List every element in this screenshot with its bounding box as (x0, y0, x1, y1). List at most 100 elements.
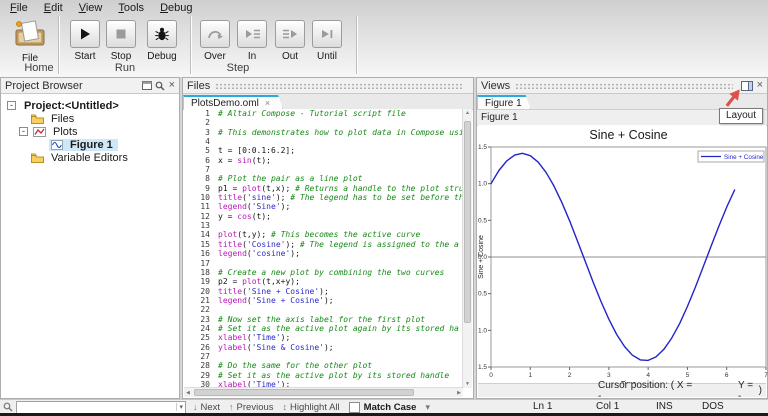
editor-horizontal-scrollbar[interactable]: ◀ ▶ (184, 387, 463, 397)
folder-icon (31, 153, 44, 163)
close-icon[interactable]: × (757, 81, 763, 90)
scroll-thumb[interactable] (194, 389, 414, 396)
views-panel: Views × Figure 1 Figure 1 01234567-1.5-1… (476, 77, 768, 399)
tab-plotsdemo[interactable]: PlotsDemo.oml × (183, 95, 283, 109)
line-number: 9 (184, 184, 218, 193)
code-line: 29# Set it as the active plot by its sto… (184, 371, 463, 380)
highlight-all-label: Highlight All (290, 402, 340, 413)
app-window: File Edit View Tools Debug File Home (0, 0, 768, 416)
code-token: plot (242, 277, 261, 286)
code-editor[interactable]: 1# Altair Compose - Tutorial script file… (184, 109, 463, 388)
code-token: ); (276, 193, 290, 202)
menu-view[interactable]: View (71, 1, 111, 15)
highlight-all-button[interactable]: ↕ Highlight All (283, 402, 340, 413)
editor-vertical-scrollbar[interactable]: ▲ ▼ (462, 109, 472, 388)
group-separator (356, 16, 357, 74)
scroll-right-icon[interactable]: ▶ (457, 390, 461, 396)
scroll-thumb[interactable] (464, 121, 471, 323)
step-over-icon (200, 20, 230, 48)
line-number: 6 (184, 156, 218, 165)
cursor-position-bar: Cursor position: ( X = - Y = - ) (478, 383, 766, 397)
float-window-icon[interactable] (142, 81, 152, 90)
code-token: # Do the same for the other plot (218, 361, 372, 370)
views-panel-title: Views (481, 80, 510, 92)
scroll-up-icon[interactable]: ▲ (465, 110, 470, 116)
collapse-icon[interactable]: - (7, 101, 16, 110)
code-line: 12y = cos(t); (184, 212, 463, 221)
tree-item-label: Project:<Untitled> (21, 100, 122, 112)
search-dropdown-icon[interactable]: ▾ (176, 403, 185, 411)
tree-item-figure1[interactable]: Figure 1 (1, 138, 179, 151)
code-token: ); (324, 343, 334, 352)
svg-text:6: 6 (725, 372, 729, 379)
line-number: 23 (184, 315, 218, 324)
search-icon[interactable] (155, 81, 165, 91)
next-button[interactable]: ↓ Next (193, 402, 220, 413)
scroll-left-icon[interactable]: ◀ (186, 390, 190, 396)
code-line: 2 (184, 118, 463, 127)
code-token: 'Sine & Cosine' (252, 343, 324, 352)
menu-tools[interactable]: Tools (110, 1, 152, 15)
close-icon[interactable]: × (169, 81, 175, 90)
code-token: p2 = (218, 277, 242, 286)
code-token: (t,x); (261, 184, 295, 193)
tree-item-variable-editors[interactable]: Variable Editors (1, 151, 179, 164)
code-token: # This demonstrates how to plot data in … (218, 128, 463, 137)
code-line: 1# Altair Compose - Tutorial script file (184, 109, 463, 118)
tree-item-label: Variable Editors (48, 152, 131, 164)
arrow-up-icon: ↑ (229, 402, 234, 412)
line-number: 19 (184, 277, 218, 286)
code-token: # The legend has to be set before the (290, 193, 463, 202)
code-token: ); (319, 287, 329, 296)
match-case-option[interactable]: Match Case (349, 402, 417, 413)
svg-text:-1.5: -1.5 (478, 364, 487, 371)
code-token: xlabel (218, 333, 247, 342)
search-input[interactable] (17, 403, 176, 412)
stop-button[interactable]: Stop (99, 20, 143, 62)
file-button[interactable]: File (8, 18, 52, 64)
arrow-down-icon: ↓ (193, 402, 198, 412)
tree-item-project[interactable]: - Project:<Untitled> (1, 99, 179, 112)
menu-debug[interactable]: Debug (152, 1, 200, 15)
code-token: title (218, 240, 242, 249)
code-line: 26ylabel('Sine & Cosine'); (184, 343, 463, 352)
code-token: ); (290, 249, 300, 258)
code-line: 14plot(t,y); # This becomes the active c… (184, 230, 463, 239)
figure-plot[interactable]: 01234567-1.5-1.0-0.50.00.51.01.5Sine + C… (478, 125, 768, 387)
line-number: 27 (184, 352, 218, 361)
search-input-box[interactable]: ▾ (16, 401, 186, 414)
figure-window-title: Figure 1 (481, 112, 518, 123)
code-token: sin (237, 156, 251, 165)
drag-grip[interactable] (515, 82, 732, 89)
figure-plot-area[interactable]: 01234567-1.5-1.0-0.50.00.51.01.5Sine + C… (478, 125, 766, 387)
menu-edit[interactable]: Edit (36, 1, 71, 15)
collapse-icon[interactable]: - (19, 127, 28, 136)
stop-icon (106, 20, 136, 48)
step-until-button[interactable]: Until (305, 20, 349, 62)
line-number: 21 (184, 296, 218, 305)
code-token: plot (218, 230, 237, 239)
tree-item-plots[interactable]: - Plots (1, 125, 179, 138)
tree-item-files[interactable]: Files (1, 112, 179, 125)
svg-text:1.0: 1.0 (478, 181, 487, 188)
code-line: 20title('Sine + Cosine'); (184, 287, 463, 296)
code-token: legend (218, 202, 247, 211)
tab-figure1[interactable]: Figure 1 (477, 95, 531, 109)
drag-grip[interactable] (215, 82, 464, 89)
annotation-arrow (722, 86, 744, 115)
scroll-down-icon[interactable]: ▼ (465, 381, 470, 387)
code-token: y = (218, 212, 237, 221)
debug-button[interactable]: Debug (140, 20, 184, 62)
tree-item-label: Files (48, 113, 77, 125)
code-token: 'Time' (252, 333, 281, 342)
menu-file[interactable]: File (2, 1, 36, 15)
file-notebook-icon (10, 18, 50, 50)
code-token: (t,x+y); (261, 277, 300, 286)
code-token: ); (281, 333, 291, 342)
match-case-checkbox[interactable] (349, 402, 360, 413)
svg-text:3: 3 (607, 372, 611, 379)
tab-close-icon[interactable]: × (265, 98, 270, 108)
previous-button[interactable]: ↑ Previous (229, 402, 273, 413)
step-until-icon (312, 20, 342, 48)
more-options-icon[interactable]: ▾ (425, 402, 433, 413)
